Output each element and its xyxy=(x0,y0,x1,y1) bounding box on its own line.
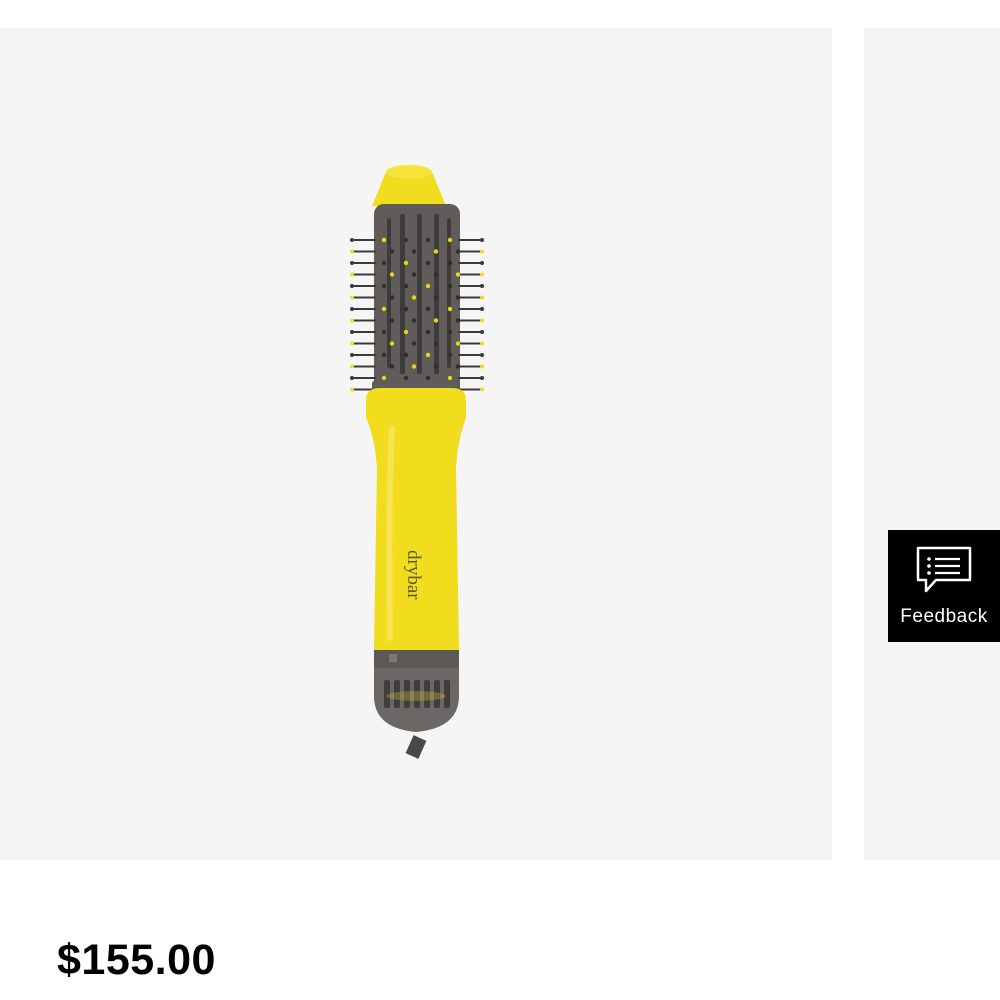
product-image-carousel[interactable]: drybar xyxy=(0,28,1000,860)
product-page: drybar Feedback $155.00 xyxy=(0,0,1000,1000)
feedback-button[interactable]: Feedback xyxy=(888,530,1000,642)
feedback-label: Feedback xyxy=(900,606,988,627)
feedback-chat-icon xyxy=(916,546,972,593)
drybar-logo: drybar xyxy=(403,550,424,600)
product-price: $155.00 xyxy=(57,936,216,984)
product-image-slide[interactable]: drybar xyxy=(0,28,832,860)
next-product-image-slide[interactable] xyxy=(864,28,1000,860)
product-image: drybar xyxy=(350,165,484,759)
